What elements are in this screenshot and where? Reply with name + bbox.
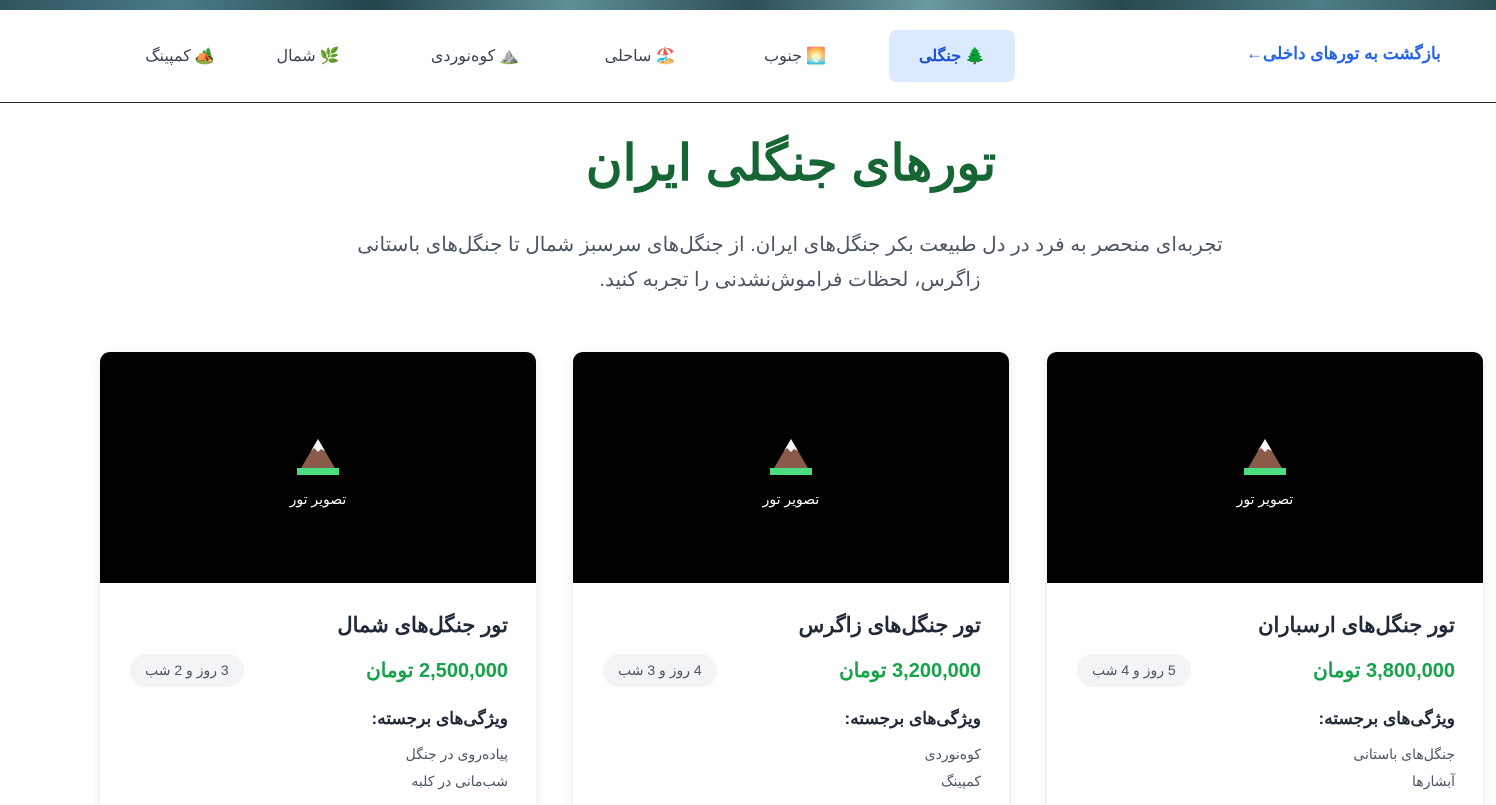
tour-card-north[interactable]: تصویر تور تور جنگل‌های شمال 2,500,000 تو… <box>100 352 536 805</box>
list-item: جنگل‌های باستانی <box>1353 746 1455 762</box>
tour-card-arasbaran[interactable]: تصویر تور تور جنگل‌های ارسباران 3,800,00… <box>1047 352 1483 805</box>
duration-badge: 5 روز و 4 شب <box>1077 654 1191 687</box>
image-label: تصویر تور <box>1236 491 1294 507</box>
sunset-icon: 🌅 <box>806 48 826 65</box>
duration-badge: 3 روز و 2 شب <box>130 654 244 687</box>
tab-forest[interactable]: 🌲 جنگلی <box>889 30 1015 82</box>
features-list: کوه‌نوردی کمپینگ <box>601 741 981 795</box>
features-list: جنگل‌های باستانی آبشارها <box>1075 741 1455 795</box>
mountain-icon <box>1244 439 1286 475</box>
tab-label: جنگلی <box>918 48 962 65</box>
tab-coastal[interactable]: 🏖️ ساحلی <box>585 30 695 82</box>
tab-label: جنوب <box>764 48 803 65</box>
tab-north[interactable]: 🌿 شمال <box>258 30 358 82</box>
tour-price: 3,200,000 تومان <box>839 660 981 682</box>
tour-price: 3,800,000 تومان <box>1313 660 1455 682</box>
tab-label: کوه‌نوردی <box>430 48 496 65</box>
mountain-icon: ⛰️ <box>499 48 520 65</box>
tour-title: تور جنگل‌های ارسباران <box>1258 614 1455 637</box>
tab-label: کمپینگ <box>145 48 191 65</box>
tour-image-placeholder: تصویر تور <box>100 352 536 583</box>
tour-image-placeholder: تصویر تور <box>573 352 1009 583</box>
list-item: کمپینگ <box>941 773 981 789</box>
page-description: تجربه‌ای منحصر به فرد در دل طبیعت بکر جن… <box>357 234 1223 291</box>
tab-label: شمال <box>276 48 316 65</box>
tour-title: تور جنگل‌های شمال <box>337 614 508 637</box>
tab-south[interactable]: 🌅 جنوب <box>740 30 850 82</box>
arrow-left-icon: ← <box>1246 44 1263 63</box>
header-background-image <box>0 0 1496 10</box>
mountain-icon <box>770 439 812 475</box>
features-heading: ویژگی‌های برجسته: <box>844 709 981 728</box>
duration-badge: 4 روز و 3 شب <box>603 654 717 687</box>
back-to-domestic-tours-link[interactable]: بازگشت به تورهای داخلی← <box>1246 44 1441 64</box>
herb-icon: 🌿 <box>319 48 340 65</box>
camping-icon: 🏕️ <box>194 48 215 65</box>
tab-label: ساحلی <box>604 48 652 65</box>
features-list: پیاده‌روی در جنگل شب‌مانی در کلبه <box>128 741 508 795</box>
list-item: شب‌مانی در کلبه <box>411 773 508 789</box>
tab-mountaineering[interactable]: ⛰️ کوه‌نوردی <box>410 30 540 82</box>
image-label: تصویر تور <box>762 491 820 507</box>
list-item: پیاده‌روی در جنگل <box>405 746 508 762</box>
image-label: تصویر تور <box>289 491 347 507</box>
tour-image-placeholder: تصویر تور <box>1047 352 1483 583</box>
back-link-label: بازگشت به تورهای داخلی <box>1263 44 1441 63</box>
features-heading: ویژگی‌های برجسته: <box>371 709 508 728</box>
tour-card-zagros[interactable]: تصویر تور تور جنگل‌های زاگرس 3,200,000 ت… <box>573 352 1009 805</box>
tour-title: تور جنگل‌های زاگرس <box>798 614 981 637</box>
features-heading: ویژگی‌های برجسته: <box>1318 709 1455 728</box>
tour-price: 2,500,000 تومان <box>366 660 508 682</box>
category-nav: بازگشت به تورهای داخلی← 🌲 جنگلی 🌅 جنوب 🏖… <box>0 10 1496 103</box>
mountain-icon <box>297 439 339 475</box>
beach-umbrella-icon: 🏖️ <box>655 48 676 65</box>
page-title: تورهای جنگلی ایران <box>585 135 997 191</box>
tree-icon: 🌲 <box>965 48 986 65</box>
list-item: آبشارها <box>1412 773 1455 789</box>
list-item: کوه‌نوردی <box>924 746 981 762</box>
tab-camping[interactable]: 🏕️ کمپینگ <box>120 30 240 82</box>
